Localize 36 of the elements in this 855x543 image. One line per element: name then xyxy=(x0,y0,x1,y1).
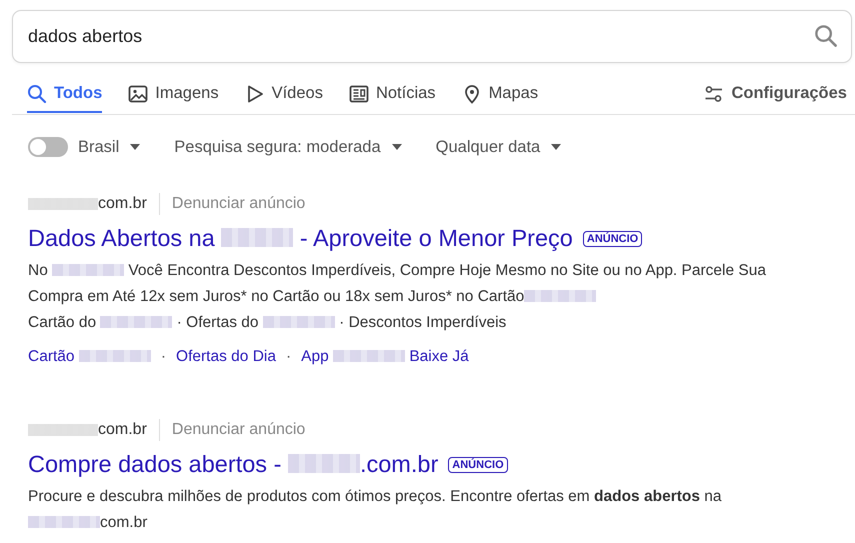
site-url[interactable]: com.br xyxy=(28,419,160,441)
report-ad-link[interactable]: Denunciar anúncio xyxy=(160,421,306,439)
tab[interactable]: Imagens xyxy=(128,74,219,113)
caret-icon xyxy=(392,144,402,150)
result-snippet: No Você Encontra Descontos Imperdíveis, Compre Hoje Mesmo no Site ou no App. Parcele Sua Compra em Até 12x sem Juros* no Cartão ou 18x sem Juros* no Cartão xyxy=(28,261,767,307)
separator-dot: · xyxy=(286,348,292,366)
filter-dropdown[interactable]: Pesquisa segura: moderada xyxy=(174,138,402,156)
search-icon[interactable] xyxy=(814,24,838,48)
newspaper-icon xyxy=(348,84,369,104)
tab[interactable]: Notícias xyxy=(348,74,436,113)
tab[interactable]: Mapas xyxy=(462,74,538,113)
result-snippet: Cartão do · Ofertas do · Descontos Imperdíveis xyxy=(28,313,508,333)
sitelink[interactable]: Ofertas do Dia xyxy=(176,348,276,366)
result-snippet: Procure e descubra milhões de produtos com ótimos preços. Encontre ofertas em dados abertos na xyxy=(28,487,723,507)
sitelink[interactable]: Cartão xyxy=(28,348,151,366)
search-icon xyxy=(27,84,47,104)
tab[interactable]: Vídeos xyxy=(244,74,323,113)
caret-icon xyxy=(551,144,562,150)
image-icon xyxy=(128,84,148,104)
result-title[interactable]: Compre dados abertos - .com.br xyxy=(28,450,438,478)
separator-dot: · xyxy=(160,348,166,366)
filter-dropdown[interactable]: Qualquer data xyxy=(436,138,562,156)
sitelink[interactable]: App Baixe Já xyxy=(301,348,469,366)
result-title[interactable]: Dados Abertos na - Aproveite o Menor Preço xyxy=(28,224,573,252)
ad-label: ANÚNCIO xyxy=(582,231,642,247)
toggle-switch[interactable] xyxy=(28,137,68,157)
caret-icon xyxy=(130,144,140,150)
ad-label: ANÚNCIO xyxy=(448,457,508,473)
tab[interactable]: Todos xyxy=(27,74,102,113)
settings-link[interactable]: Configurações xyxy=(704,74,847,113)
result-snippet: com.br xyxy=(28,510,823,536)
report-ad-link[interactable]: Denunciar anúncio xyxy=(160,195,306,213)
region-dropdown[interactable]: Brasil xyxy=(78,138,140,156)
search-field[interactable]: dados abertos xyxy=(12,10,852,63)
site-url[interactable]: com.br xyxy=(28,193,160,215)
sliders-icon xyxy=(704,84,724,104)
